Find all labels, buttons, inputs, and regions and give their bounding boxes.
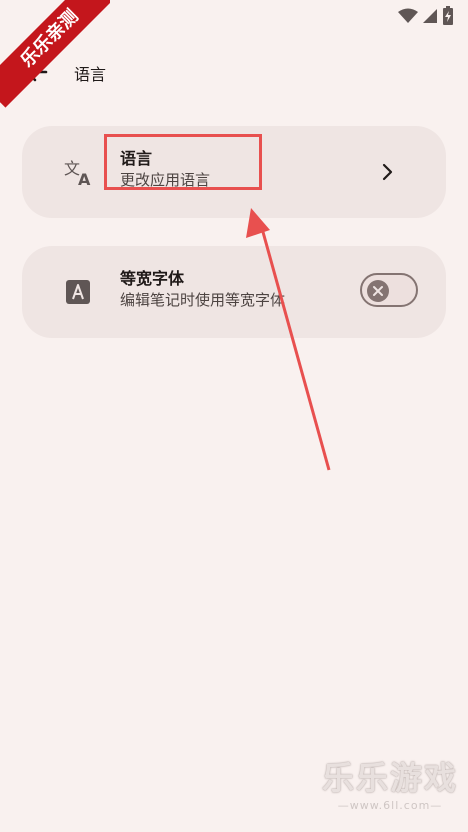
annotation-arrow: [246, 208, 331, 471]
watermark-url: —www.6ll.com—: [337, 799, 443, 812]
watermark-logo-text: 乐乐游戏: [321, 759, 458, 797]
corner-watermark: 乐乐亲测: [0, 0, 110, 110]
corner-watermark-text: 乐乐亲测: [0, 0, 110, 108]
bottom-watermark: 乐乐游戏 —www.6ll.com—: [322, 753, 458, 812]
